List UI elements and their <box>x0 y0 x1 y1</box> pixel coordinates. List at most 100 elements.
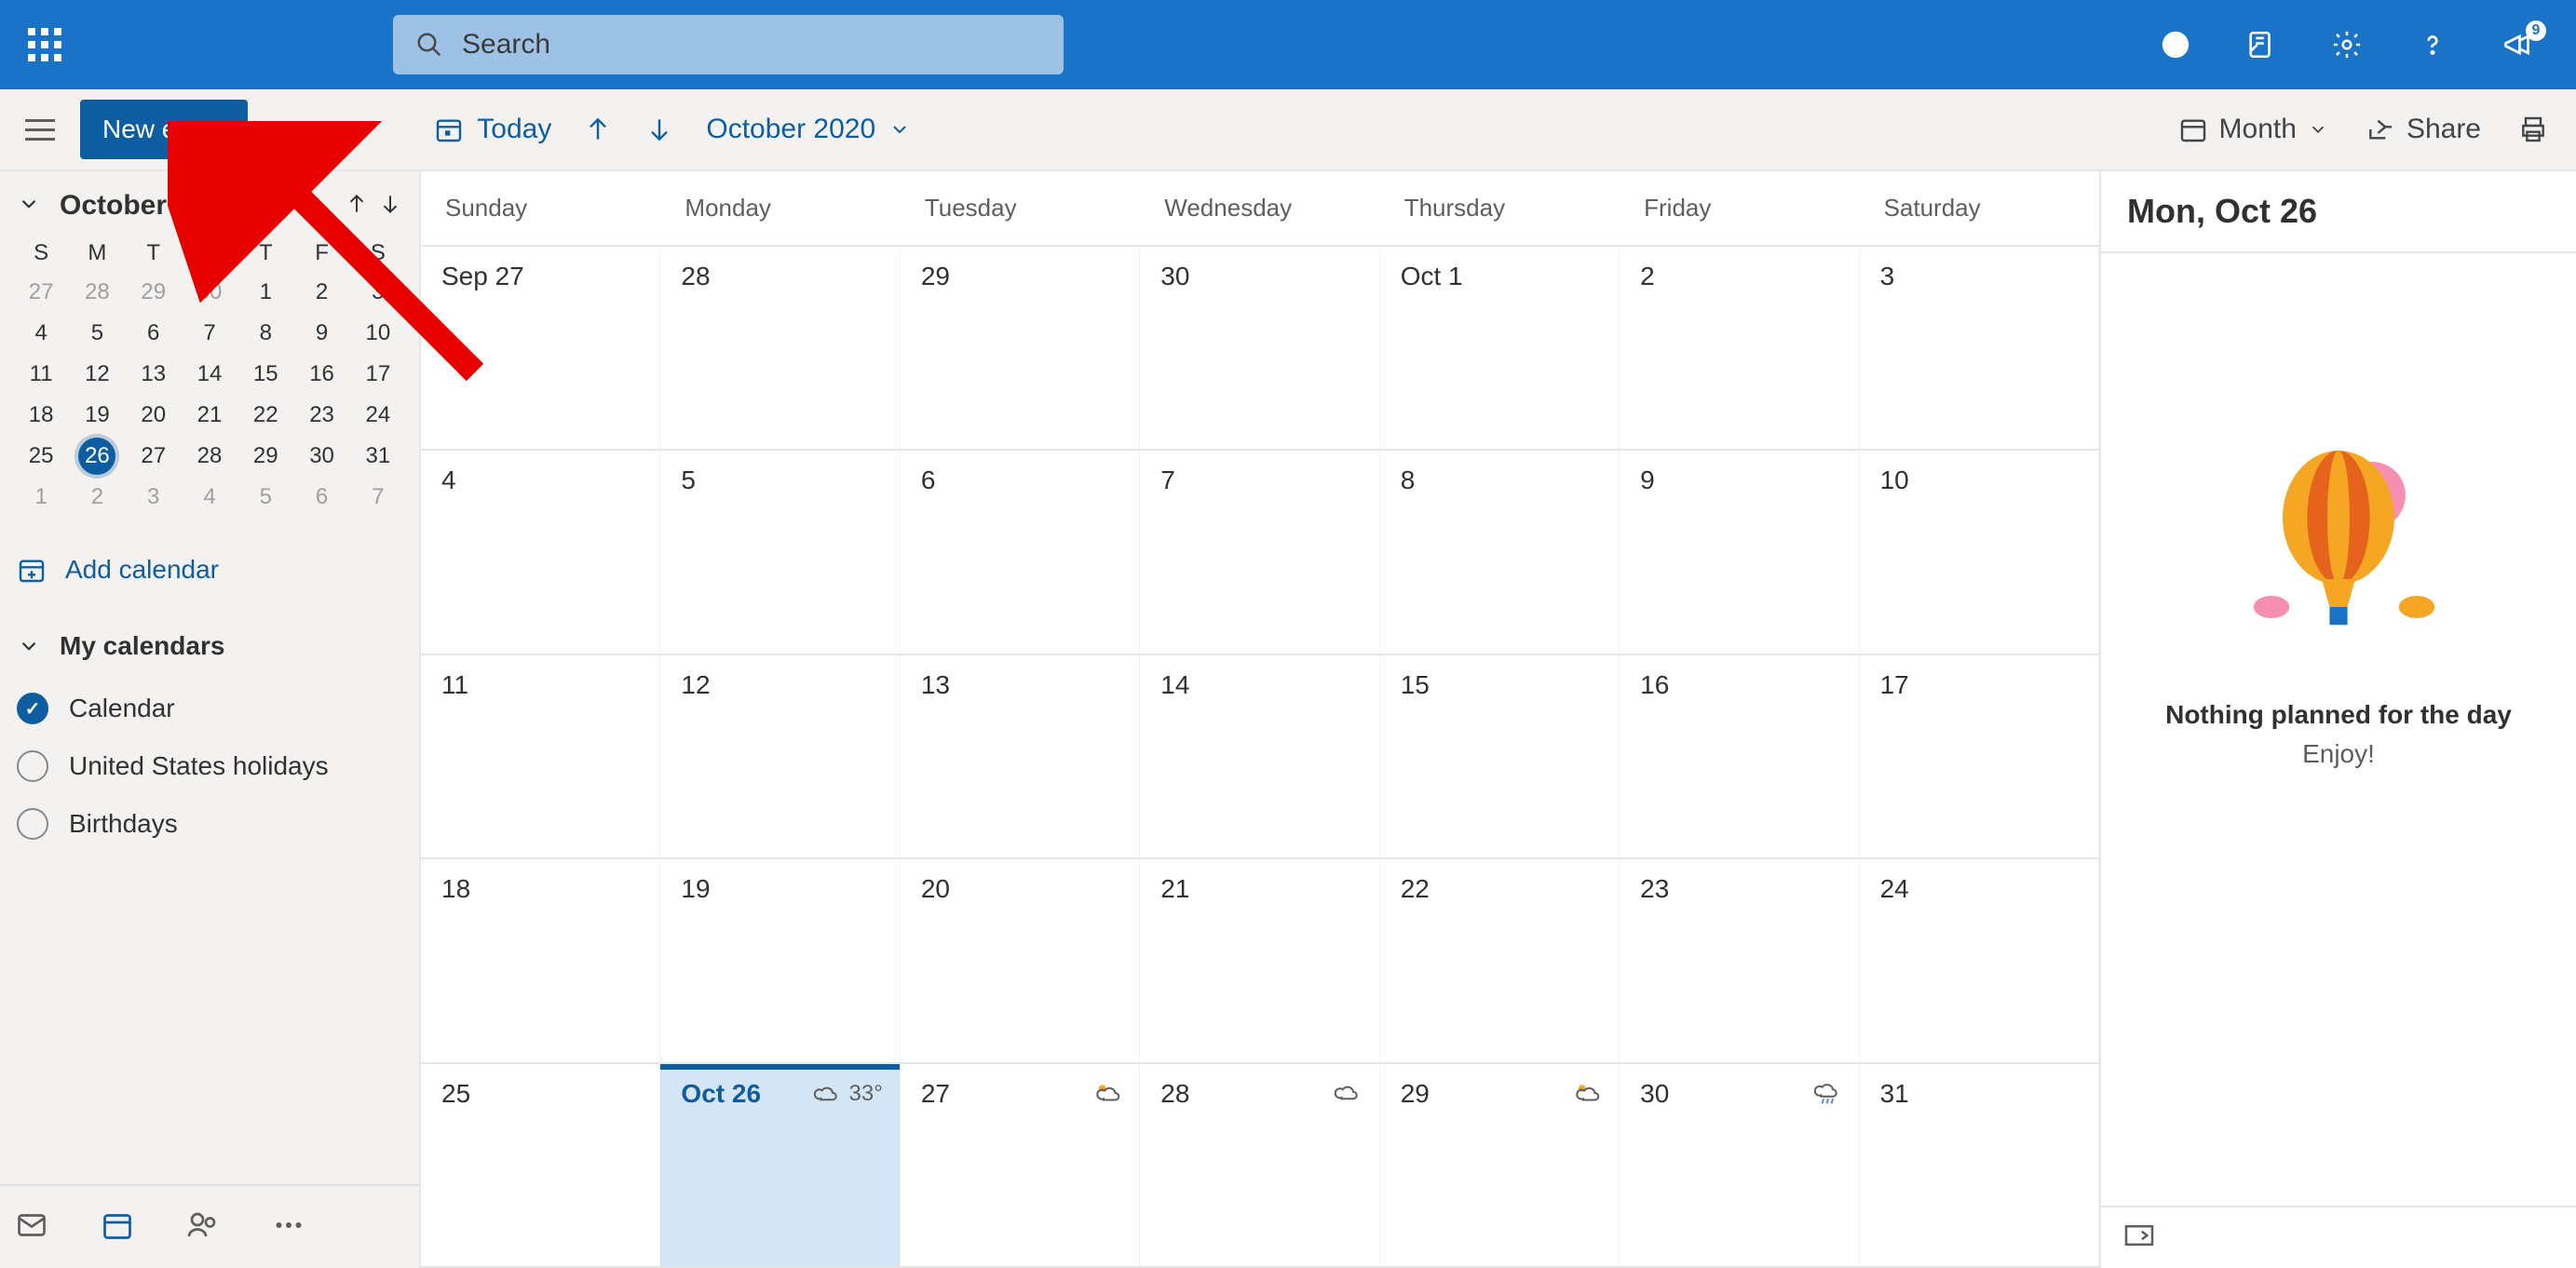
day-cell[interactable]: Sep 27 <box>421 247 660 449</box>
calendar-checkbox[interactable] <box>17 693 48 724</box>
day-cell[interactable]: 28 <box>660 247 900 449</box>
mini-prev-button[interactable] <box>345 192 369 221</box>
mini-day[interactable]: 13 <box>126 354 182 395</box>
share-button[interactable]: Share <box>2366 114 2481 145</box>
mini-day[interactable]: 4 <box>182 477 237 518</box>
mini-day[interactable]: 11 <box>13 354 69 395</box>
mini-day[interactable]: 6 <box>126 313 182 354</box>
mini-day[interactable]: 1 <box>237 272 293 313</box>
search-input[interactable] <box>462 29 1041 61</box>
view-picker[interactable]: Month <box>2178 114 2328 145</box>
day-cell[interactable]: 7 <box>1140 451 1379 653</box>
people-button[interactable] <box>186 1208 220 1247</box>
skype-button[interactable]: S <box>2133 0 2218 89</box>
mini-day[interactable]: 6 <box>293 477 349 518</box>
mini-day[interactable]: 27 <box>13 272 69 313</box>
mini-day[interactable]: 4 <box>13 313 69 354</box>
day-cell[interactable]: 2 <box>1620 247 1859 449</box>
mini-day[interactable]: 7 <box>182 313 237 354</box>
mini-day[interactable]: 14 <box>182 354 237 395</box>
panel-collapse-button[interactable] <box>2123 1222 2155 1253</box>
mini-day[interactable]: 23 <box>293 395 349 436</box>
nav-toggle-button[interactable] <box>0 88 80 170</box>
mini-day[interactable]: 19 <box>69 395 125 436</box>
day-cell[interactable]: 11 <box>421 655 660 857</box>
day-cell[interactable]: 29 <box>901 247 1140 449</box>
mini-day[interactable]: 18 <box>13 395 69 436</box>
mini-day[interactable]: 21 <box>182 395 237 436</box>
calendar-item[interactable]: Birthdays <box>0 795 419 853</box>
day-cell[interactable]: 27 <box>901 1064 1140 1266</box>
today-button[interactable]: Today <box>434 114 551 145</box>
mail-button[interactable] <box>15 1208 48 1247</box>
new-event-button[interactable]: New event <box>80 100 248 159</box>
add-calendar-button[interactable]: Add calendar <box>0 518 419 613</box>
mini-calendar-collapse[interactable] <box>17 192 41 221</box>
day-cell[interactable]: 19 <box>660 859 900 1061</box>
calendar-checkbox[interactable] <box>17 750 48 782</box>
month-picker[interactable]: October 2020 <box>706 114 911 145</box>
mini-day[interactable]: 30 <box>293 436 349 477</box>
help-button[interactable] <box>2390 0 2475 89</box>
mini-day[interactable]: 10 <box>350 313 406 354</box>
mini-day[interactable]: 9 <box>293 313 349 354</box>
day-cell[interactable]: 6 <box>901 451 1140 653</box>
mini-day[interactable]: 7 <box>350 477 406 518</box>
mini-day[interactable]: 8 <box>237 313 293 354</box>
mini-day[interactable]: 17 <box>350 354 406 395</box>
day-cell[interactable]: 30 <box>1140 247 1379 449</box>
mini-day[interactable]: 20 <box>126 395 182 436</box>
settings-button[interactable] <box>2304 0 2390 89</box>
day-cell[interactable]: 10 <box>1860 451 2099 653</box>
mini-day[interactable]: 3 <box>350 272 406 313</box>
mini-day[interactable]: 3 <box>126 477 182 518</box>
mini-day[interactable]: 28 <box>69 272 125 313</box>
my-day-button[interactable] <box>2218 0 2304 89</box>
mini-day[interactable]: 12 <box>69 354 125 395</box>
day-cell[interactable]: Oct 2633° <box>660 1064 900 1266</box>
day-cell[interactable]: 3 <box>1860 247 2099 449</box>
mini-day[interactable]: 27 <box>126 436 182 477</box>
day-cell[interactable]: 21 <box>1140 859 1379 1061</box>
day-cell[interactable]: 31 <box>1860 1064 2099 1266</box>
mini-next-button[interactable] <box>378 192 402 221</box>
mini-day[interactable]: 25 <box>13 436 69 477</box>
day-cell[interactable]: Oct 1 <box>1380 247 1620 449</box>
calendar-item[interactable]: United States holidays <box>0 737 419 795</box>
day-cell[interactable]: 20 <box>901 859 1140 1061</box>
mini-day[interactable]: 16 <box>293 354 349 395</box>
day-cell[interactable]: 22 <box>1380 859 1620 1061</box>
mini-day[interactable]: 28 <box>182 436 237 477</box>
day-cell[interactable]: 8 <box>1380 451 1620 653</box>
day-cell[interactable]: 24 <box>1860 859 2099 1061</box>
day-cell[interactable]: 5 <box>660 451 900 653</box>
calendar-checkbox[interactable] <box>17 808 48 840</box>
prev-month-button[interactable] <box>583 115 613 144</box>
mini-day[interactable]: 31 <box>350 436 406 477</box>
mini-day[interactable]: 2 <box>293 272 349 313</box>
print-button[interactable] <box>2518 115 2548 144</box>
day-cell[interactable]: 13 <box>901 655 1140 857</box>
notifications-button[interactable]: 9 <box>2475 0 2561 89</box>
day-cell[interactable]: 18 <box>421 859 660 1061</box>
app-launcher-button[interactable] <box>0 0 89 89</box>
day-cell[interactable]: 14 <box>1140 655 1379 857</box>
mini-day[interactable]: 2 <box>69 477 125 518</box>
day-cell[interactable]: 25 <box>421 1064 660 1266</box>
day-cell[interactable]: 23 <box>1620 859 1859 1061</box>
mini-day[interactable]: 26 <box>78 438 115 475</box>
mini-day[interactable]: 30 <box>182 272 237 313</box>
mini-day[interactable]: 22 <box>237 395 293 436</box>
mini-day[interactable]: 29 <box>237 436 293 477</box>
day-cell[interactable]: 17 <box>1860 655 2099 857</box>
mini-day[interactable]: 24 <box>350 395 406 436</box>
day-cell[interactable]: 28 <box>1140 1064 1379 1266</box>
search-box[interactable] <box>393 15 1064 74</box>
day-cell[interactable]: 4 <box>421 451 660 653</box>
mini-day[interactable]: 5 <box>237 477 293 518</box>
day-cell[interactable]: 30 <box>1620 1064 1859 1266</box>
day-cell[interactable]: 15 <box>1380 655 1620 857</box>
calendar-button[interactable] <box>101 1208 134 1247</box>
more-button[interactable] <box>272 1208 305 1247</box>
calendar-item[interactable]: Calendar <box>0 680 419 737</box>
